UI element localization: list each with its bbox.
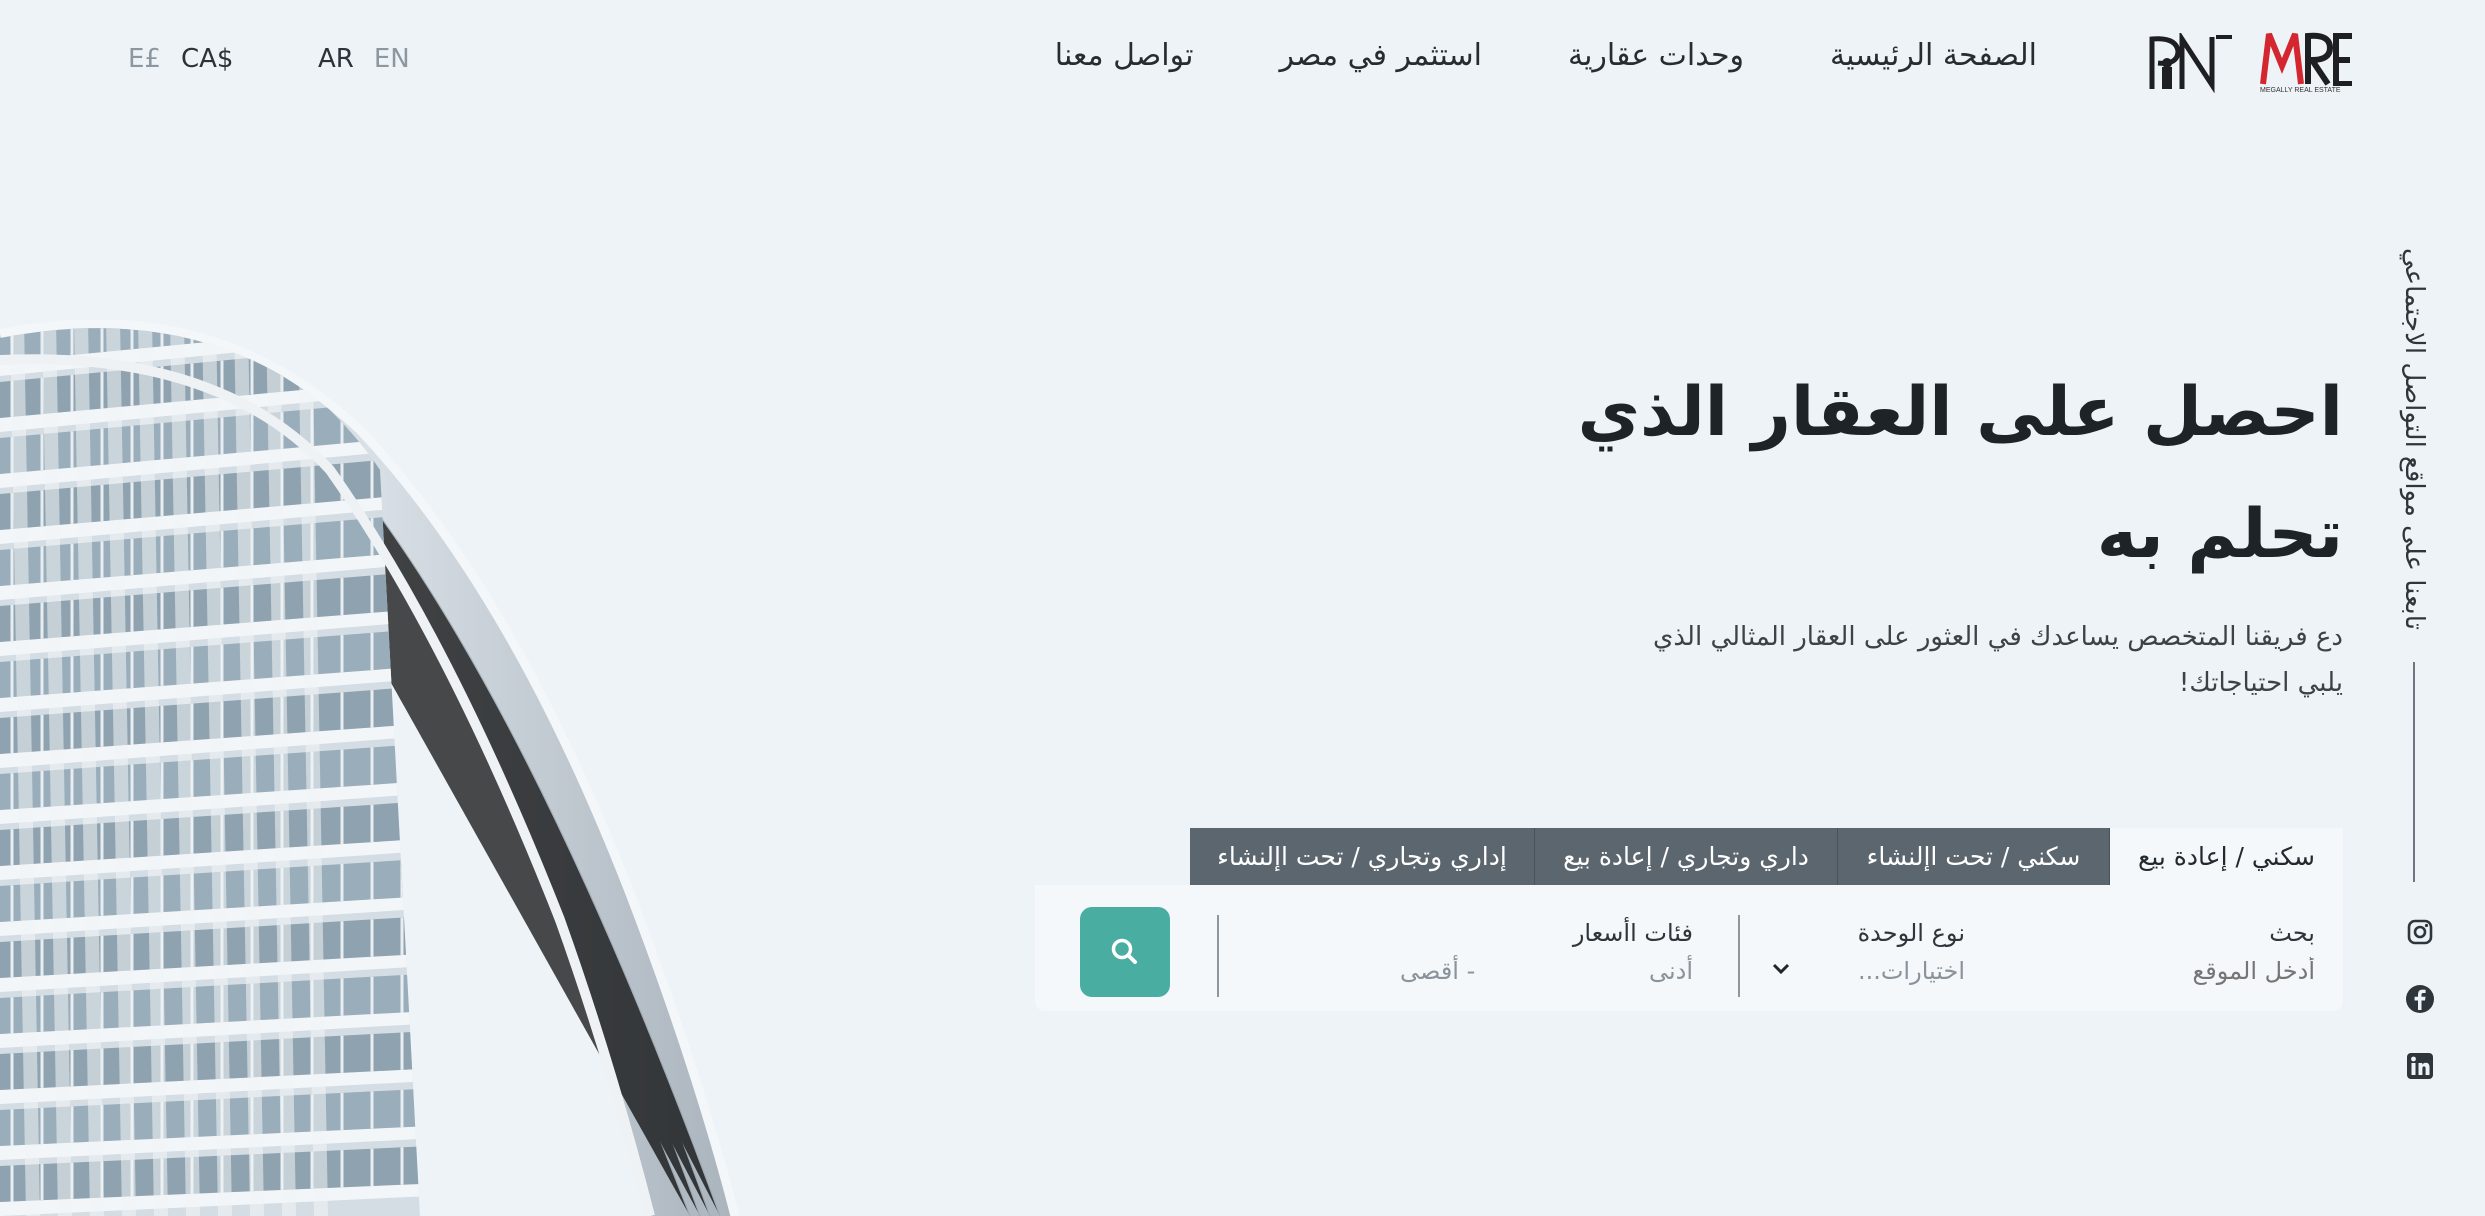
currency-egp[interactable]: E£ (128, 44, 161, 74)
hero-subtitle: دع فريقنا المتخصص يساعدك في العثور على ا… (1583, 614, 2343, 706)
nav-home[interactable]: الصفحة الرئيسية (1830, 38, 2037, 73)
chevron-down-icon[interactable] (1769, 957, 1793, 981)
nav-invest[interactable]: استثمر في مصر (1279, 38, 1482, 73)
currency-cad[interactable]: CA$ (181, 44, 233, 74)
tab-commercial-resale[interactable]: داري وتجاري / إعادة بيع (1535, 828, 1838, 885)
location-label: بحث (2269, 919, 2315, 947)
unit-type-field: نوع الوحدة اختيارات... (1715, 919, 1965, 985)
tab-commercial-under-construction[interactable]: إداري وتجاري / تحت اإلنشاء (1190, 828, 1535, 885)
main-nav: الصفحة الرئيسية وحدات عقارية استثمر في م… (1055, 38, 2037, 73)
nav-contact[interactable]: تواصل معنا (1055, 38, 1194, 73)
social-divider (2413, 662, 2415, 882)
price-max-input[interactable]: - أقصى (1400, 957, 1475, 985)
search-button[interactable] (1080, 907, 1170, 997)
search-panel: بحث نوع الوحدة اختيارات... فئات اأسعار أ… (1035, 885, 2343, 1011)
unit-type-label: نوع الوحدة (1857, 919, 1965, 947)
hero-title-line1: احصل على العقار الذي (1577, 373, 2343, 452)
price-range-field: فئات اأسعار (1443, 919, 1693, 957)
facebook-icon[interactable] (2405, 984, 2435, 1014)
hero-subtitle-line1: دع فريقنا المتخصص يساعدك في العثور على ا… (1653, 622, 2343, 652)
search-divider-2 (1217, 915, 1219, 997)
language-switcher: AR EN (318, 44, 410, 74)
unit-type-select[interactable]: اختيارات... (1715, 957, 1965, 985)
hero-title: احصل على العقار الذي تحلم به (1443, 352, 2343, 596)
search-divider-1 (1738, 915, 1740, 997)
location-input[interactable] (2065, 957, 2315, 985)
pn-logo[interactable] (2146, 33, 2236, 93)
tab-residential-under-construction[interactable]: سكني / تحت اإلنشاء (1838, 828, 2110, 885)
linkedin-icon[interactable] (2405, 1051, 2435, 1081)
price-range-label: فئات اأسعار (1572, 919, 1693, 947)
property-category-tabs: سكني / إعادة بيع سكني / تحت اإلنشاء داري… (1190, 828, 2343, 885)
social-follow-label: تابعنا على مواقع التواصل الاجتماعي (2399, 248, 2429, 630)
currency-switcher: E£ CA$ (128, 44, 233, 74)
search-icon (1111, 938, 1137, 964)
hero-building-image (0, 320, 740, 1216)
mre-logo[interactable]: MEGALLY REAL ESTATE (2260, 30, 2355, 96)
hero-subtitle-line2: يلبي احتياجاتك! (2178, 668, 2343, 698)
logo-group[interactable]: MEGALLY REAL ESTATE (2146, 30, 2355, 96)
site-header: MEGALLY REAL ESTATE الصفحة الرئيسية وحدا… (0, 0, 2485, 130)
location-field: بحث (2055, 919, 2315, 985)
hero-title-line2: تحلم به (2096, 495, 2343, 574)
nav-units[interactable]: وحدات عقارية (1568, 38, 1744, 73)
price-min-input[interactable]: أدنى (1649, 957, 1693, 985)
lang-en[interactable]: EN (374, 44, 410, 74)
instagram-icon[interactable] (2405, 917, 2435, 947)
mre-logo-caption: MEGALLY REAL ESTATE (2260, 87, 2341, 94)
lang-ar[interactable]: AR (318, 44, 354, 74)
tab-residential-resale[interactable]: سكني / إعادة بيع (2110, 828, 2343, 885)
